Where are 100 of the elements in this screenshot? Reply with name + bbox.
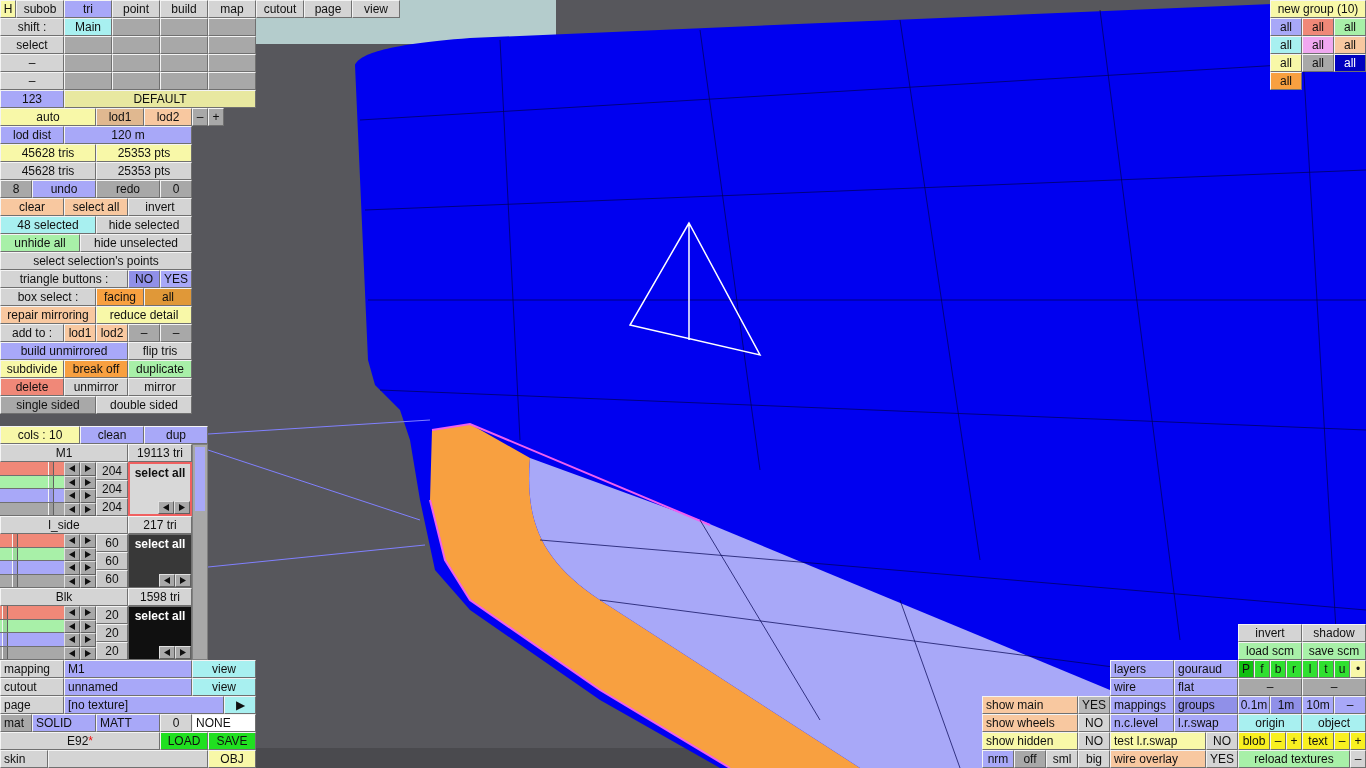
- panel-button[interactable]: OBJ: [208, 750, 256, 768]
- menu-tab[interactable]: tri: [64, 0, 112, 18]
- material-swatch[interactable]: select all: [128, 534, 192, 588]
- panel-button[interactable]: cols : 10: [0, 426, 80, 444]
- color-slider[interactable]: [0, 489, 64, 503]
- group-select-button[interactable]: all: [1270, 36, 1302, 54]
- panel-button[interactable]: P: [1238, 660, 1254, 678]
- menu-tab[interactable]: cutout: [256, 0, 304, 18]
- group-select-button[interactable]: all: [1334, 18, 1366, 36]
- panel-button[interactable]: lod2: [144, 108, 192, 126]
- panel-button[interactable]: –: [192, 108, 208, 126]
- panel-button[interactable]: invert: [128, 198, 192, 216]
- panel-button[interactable]: mappings: [1110, 696, 1174, 714]
- decrease-button[interactable]: [64, 633, 80, 647]
- panel-button[interactable]: YES: [1078, 696, 1110, 714]
- panel-button[interactable]: YES: [1206, 750, 1238, 768]
- value-field[interactable]: 20: [96, 642, 128, 660]
- panel-button[interactable]: –: [1270, 732, 1286, 750]
- panel-button[interactable]: unnamed: [64, 678, 192, 696]
- panel-button[interactable]: YES: [160, 270, 192, 288]
- panel-button[interactable]: reduce detail: [96, 306, 192, 324]
- menu-tab[interactable]: subob: [16, 0, 64, 18]
- panel-button[interactable]: load scm: [1238, 642, 1302, 660]
- panel-button[interactable]: shadow: [1302, 624, 1366, 642]
- panel-button[interactable]: 45628 tris: [0, 162, 96, 180]
- value-field[interactable]: 60: [96, 534, 128, 552]
- panel-button[interactable]: 45628 tris: [0, 144, 96, 162]
- panel-button[interactable]: lod dist: [0, 126, 64, 144]
- value-field[interactable]: 60: [96, 570, 128, 588]
- panel-button[interactable]: select: [0, 36, 64, 54]
- panel-button[interactable]: flip tris: [128, 342, 192, 360]
- color-slider[interactable]: [0, 606, 64, 620]
- decrease-button[interactable]: [159, 645, 175, 659]
- slider-thumb[interactable]: [11, 547, 18, 560]
- panel-button[interactable]: DEFAULT: [64, 90, 256, 108]
- panel-button[interactable]: mirror: [128, 378, 192, 396]
- panel-button[interactable]: view: [192, 660, 256, 678]
- increase-button[interactable]: [80, 489, 96, 503]
- panel-button[interactable]: SAVE: [208, 732, 256, 750]
- group-select-button[interactable]: all: [1270, 54, 1302, 72]
- slider-thumb[interactable]: [11, 574, 18, 587]
- panel-button[interactable]: triangle buttons :: [0, 270, 128, 288]
- panel-button[interactable]: NO: [1206, 732, 1238, 750]
- decrease-button[interactable]: [64, 534, 80, 548]
- panel-button[interactable]: –: [1334, 732, 1350, 750]
- color-slider[interactable]: [0, 561, 64, 575]
- panel-button[interactable]: break off: [64, 360, 128, 378]
- panel-button[interactable]: f: [1254, 660, 1270, 678]
- color-slider[interactable]: [0, 462, 64, 476]
- panel-button[interactable]: –: [0, 54, 64, 72]
- decrease-button[interactable]: [64, 462, 80, 476]
- panel-button[interactable]: l.r.swap: [1174, 714, 1238, 732]
- scrollbar[interactable]: [192, 444, 208, 660]
- increase-button[interactable]: [80, 462, 96, 476]
- panel-button[interactable]: single sided: [0, 396, 96, 414]
- panel-button[interactable]: subdivide: [0, 360, 64, 378]
- panel-button[interactable]: lod1: [64, 324, 96, 342]
- panel-button[interactable]: add to :: [0, 324, 64, 342]
- panel-button[interactable]: nrm: [982, 750, 1014, 768]
- help-button[interactable]: H: [0, 0, 16, 18]
- panel-button[interactable]: all: [144, 288, 192, 306]
- decrease-button[interactable]: [64, 606, 80, 620]
- panel-button[interactable]: 0: [160, 180, 192, 198]
- slider-thumb[interactable]: [2, 646, 9, 659]
- panel-button[interactable]: n.c.level: [1110, 714, 1174, 732]
- value-field[interactable]: 20: [96, 624, 128, 642]
- panel-button[interactable]: 10m: [1302, 696, 1334, 714]
- panel-button[interactable]: SOLID: [32, 714, 96, 732]
- panel-button[interactable]: 120 m: [64, 126, 192, 144]
- menu-tab[interactable]: build: [160, 0, 208, 18]
- panel-button[interactable]: NO: [128, 270, 160, 288]
- panel-button[interactable]: 123: [0, 90, 64, 108]
- panel-button[interactable]: MATT: [96, 714, 160, 732]
- panel-button[interactable]: select selection's points: [0, 252, 192, 270]
- panel-button[interactable]: LOAD: [160, 732, 208, 750]
- decrease-button[interactable]: [158, 500, 174, 514]
- group-select-button[interactable]: all: [1302, 36, 1334, 54]
- increase-button[interactable]: [80, 606, 96, 620]
- decrease-button[interactable]: [64, 489, 80, 503]
- panel-button[interactable]: [no texture]: [64, 696, 224, 714]
- panel-button[interactable]: show hidden: [982, 732, 1078, 750]
- panel-button[interactable]: mapping: [0, 660, 64, 678]
- menu-tab[interactable]: map: [208, 0, 256, 18]
- menu-tab[interactable]: page: [304, 0, 352, 18]
- slider-thumb[interactable]: [48, 462, 55, 475]
- panel-button[interactable]: +: [1350, 732, 1366, 750]
- group-select-button[interactable]: all: [1302, 18, 1334, 36]
- panel-button[interactable]: auto: [0, 108, 96, 126]
- panel-button[interactable]: hide selected: [96, 216, 192, 234]
- panel-button[interactable]: ▶: [224, 696, 256, 714]
- decrease-button[interactable]: [159, 573, 175, 587]
- panel-button[interactable]: sml: [1046, 750, 1078, 768]
- panel-button[interactable]: flat: [1174, 678, 1238, 696]
- panel-button[interactable]: view: [192, 678, 256, 696]
- panel-button[interactable]: –: [1302, 678, 1366, 696]
- panel-button[interactable]: duplicate: [128, 360, 192, 378]
- panel-button[interactable]: 0: [160, 714, 192, 732]
- increase-button[interactable]: [174, 500, 190, 514]
- value-field[interactable]: 20: [96, 606, 128, 624]
- panel-button[interactable]: page: [0, 696, 64, 714]
